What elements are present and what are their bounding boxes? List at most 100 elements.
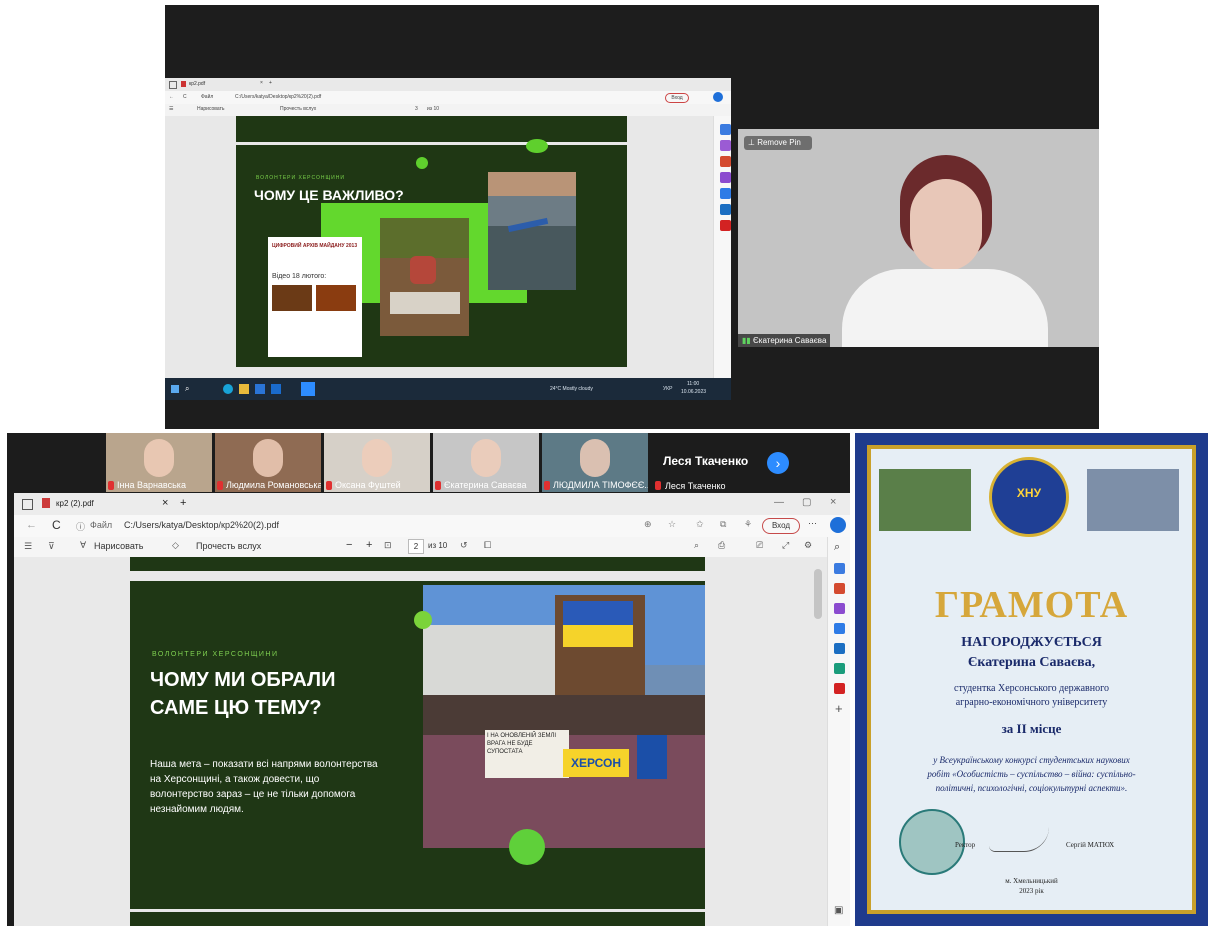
zoom-in-button[interactable]: + [366, 539, 372, 551]
top-new-tab-icon[interactable]: + [269, 80, 272, 86]
sidebar-add-icon[interactable]: + [835, 701, 843, 716]
window-icon[interactable] [22, 499, 33, 510]
archive-thumb-1[interactable] [272, 285, 312, 311]
address-input[interactable]: C:/Users/katya/Desktop/кр2%20(2).pdf [124, 520, 279, 530]
folder-taskbar-icon[interactable] [239, 384, 249, 394]
sidebar-search-icon[interactable]: ⌕ [834, 541, 840, 554]
top-bing-icon[interactable] [713, 92, 723, 102]
tab-close-icon[interactable]: × [162, 497, 168, 509]
briefcase-icon[interactable] [720, 156, 731, 167]
collections-icon[interactable]: ⧉ [720, 519, 726, 530]
fullscreen-icon[interactable]: ⤢ [782, 540, 789, 551]
students-photo [1087, 469, 1179, 531]
fit-page-icon[interactable]: ⊡ [384, 540, 392, 551]
participant-tile[interactable]: Єкатерина Саваєва [433, 433, 539, 492]
outlook-icon[interactable] [720, 204, 731, 215]
bing-chat-icon[interactable] [830, 517, 846, 533]
keyboard-language[interactable]: УКР [663, 386, 672, 392]
participant-tile[interactable]: Оксана Фуштей [324, 433, 430, 492]
gallery-next-button[interactable]: › [767, 452, 789, 474]
close-window-icon[interactable]: × [830, 496, 836, 508]
top-edge-sidebar [713, 116, 731, 378]
top-draw-button[interactable]: Нарисовать [197, 106, 224, 112]
zoom-taskbar-icon[interactable] [301, 382, 315, 396]
participant-tile[interactable]: ЛЮДМИЛА ТІМОФЄЄ... [542, 433, 648, 492]
youtube-icon[interactable] [834, 683, 845, 694]
top-back-icon[interactable]: ← [169, 94, 174, 100]
green-dot [416, 157, 428, 169]
tools-briefcase-icon[interactable] [834, 583, 845, 594]
extensions-icon[interactable]: ⚘ [744, 519, 752, 530]
taskbar-search-icon[interactable]: ⌕ [185, 384, 189, 394]
page-view-icon[interactable]: ⧠ [484, 540, 491, 551]
new-tab-icon[interactable]: + [180, 497, 186, 509]
participant-face [144, 439, 174, 477]
active-speaker-tile[interactable]: Леся Ткаченко › Леся Ткаченко [653, 433, 850, 492]
top-tab-close-icon[interactable]: × [260, 80, 263, 86]
print-icon[interactable]: ⎙ [718, 540, 725, 551]
certificate-name: Єкатерина Саваєва, [967, 655, 1096, 670]
settings-gear-icon[interactable]: ⚙ [804, 540, 812, 551]
clock-time[interactable]: 11:00 [687, 381, 699, 387]
top-login-button[interactable]: Вход [665, 93, 689, 103]
search-icon[interactable] [720, 124, 731, 135]
certificate-image: ХНУ ГРАМОТА НАГОРОДЖУЄТЬСЯ Єкатерина Сав… [855, 433, 1208, 926]
top-read-aloud-button[interactable]: Прочесть вслух [280, 106, 316, 112]
edge-taskbar-icon[interactable] [223, 384, 233, 394]
info-icon[interactable]: ⓘ [76, 520, 85, 533]
page-number-input[interactable]: 2 [408, 539, 424, 554]
top-tab-title[interactable]: кр2.pdf [189, 81, 205, 87]
university-seal: ХНУ [989, 457, 1069, 537]
people-icon[interactable] [834, 603, 845, 614]
minimize-icon[interactable]: — [774, 497, 784, 508]
participant-tile[interactable]: Людмила Романовська [215, 433, 321, 492]
mail-taskbar-icon[interactable] [271, 384, 281, 394]
shopping-tag-icon[interactable] [834, 563, 845, 574]
favorite-star-icon[interactable]: ☆ [668, 519, 676, 530]
top-addr-path[interactable]: C:/Users/katya/Desktop/кр2%20(2).pdf [235, 94, 321, 100]
refresh-icon[interactable]: C [52, 518, 61, 532]
speaker-face [910, 179, 982, 271]
contents-icon[interactable]: ☰ [24, 541, 32, 552]
back-icon[interactable]: ← [26, 519, 37, 531]
top-refresh-icon[interactable]: C [183, 94, 187, 100]
green-dot [414, 611, 432, 629]
youtube-icon[interactable] [720, 220, 731, 231]
weather-text[interactable]: 24°C Mostly cloudy [550, 386, 593, 392]
zoom-out-button[interactable]: − [346, 539, 352, 551]
certificate-contest-line3: політичні, психологічні, соціокультурні … [935, 783, 1128, 793]
favorites-icon[interactable]: ✩ [696, 519, 704, 530]
draw-button[interactable]: Нарисовать [94, 541, 143, 551]
zoom-icon[interactable]: ⊕ [644, 519, 652, 530]
vertical-scrollbar[interactable] [814, 569, 822, 619]
tag-icon[interactable] [720, 140, 731, 151]
store-taskbar-icon[interactable] [255, 384, 265, 394]
photo-board-text: І НА ОНОВЛЕНІЙ ЗЕМЛІ ВРАГА НЕ БУДЕ СУПОС… [485, 730, 569, 778]
save-icon[interactable]: ⎚ [756, 540, 763, 551]
archive-thumb-2[interactable] [316, 285, 356, 311]
people-icon[interactable] [720, 172, 731, 183]
maximize-icon[interactable]: ▢ [802, 497, 811, 508]
office-icon[interactable] [720, 188, 731, 199]
drop-icon[interactable] [834, 663, 845, 674]
windows-start-icon[interactable] [171, 385, 179, 393]
eraser-icon[interactable]: ◇ [172, 540, 179, 551]
rotate-icon[interactable]: ↺ [460, 540, 468, 551]
remove-pin-label: Remove Pin [757, 138, 801, 147]
sidebar-layout-icon[interactable]: ▣ [834, 905, 843, 916]
outlook-icon[interactable] [834, 643, 845, 654]
login-button[interactable]: Вход [762, 518, 800, 534]
remove-pin-button[interactable]: ⊥ Remove Pin [744, 136, 812, 150]
speaker-name-tag: Леся Ткаченко [665, 481, 726, 491]
pdf-search-icon[interactable]: ⌕ [694, 540, 699, 551]
more-menu-button[interactable]: ··· [808, 518, 817, 528]
read-aloud-button[interactable]: Прочесть вслух [196, 541, 261, 551]
office-icon[interactable] [834, 623, 845, 634]
window-icon[interactable] [169, 81, 177, 89]
highlight-icon[interactable]: ⊽ [48, 541, 55, 552]
top-page-number[interactable]: 3 [415, 106, 418, 112]
clock-date[interactable]: 10.06.2023 [681, 389, 706, 395]
top-contents-icon[interactable]: ☰ [169, 106, 173, 112]
participant-tile[interactable]: Інна Варнавська [106, 433, 212, 492]
tab-title[interactable]: кр2 (2).pdf [56, 499, 94, 508]
